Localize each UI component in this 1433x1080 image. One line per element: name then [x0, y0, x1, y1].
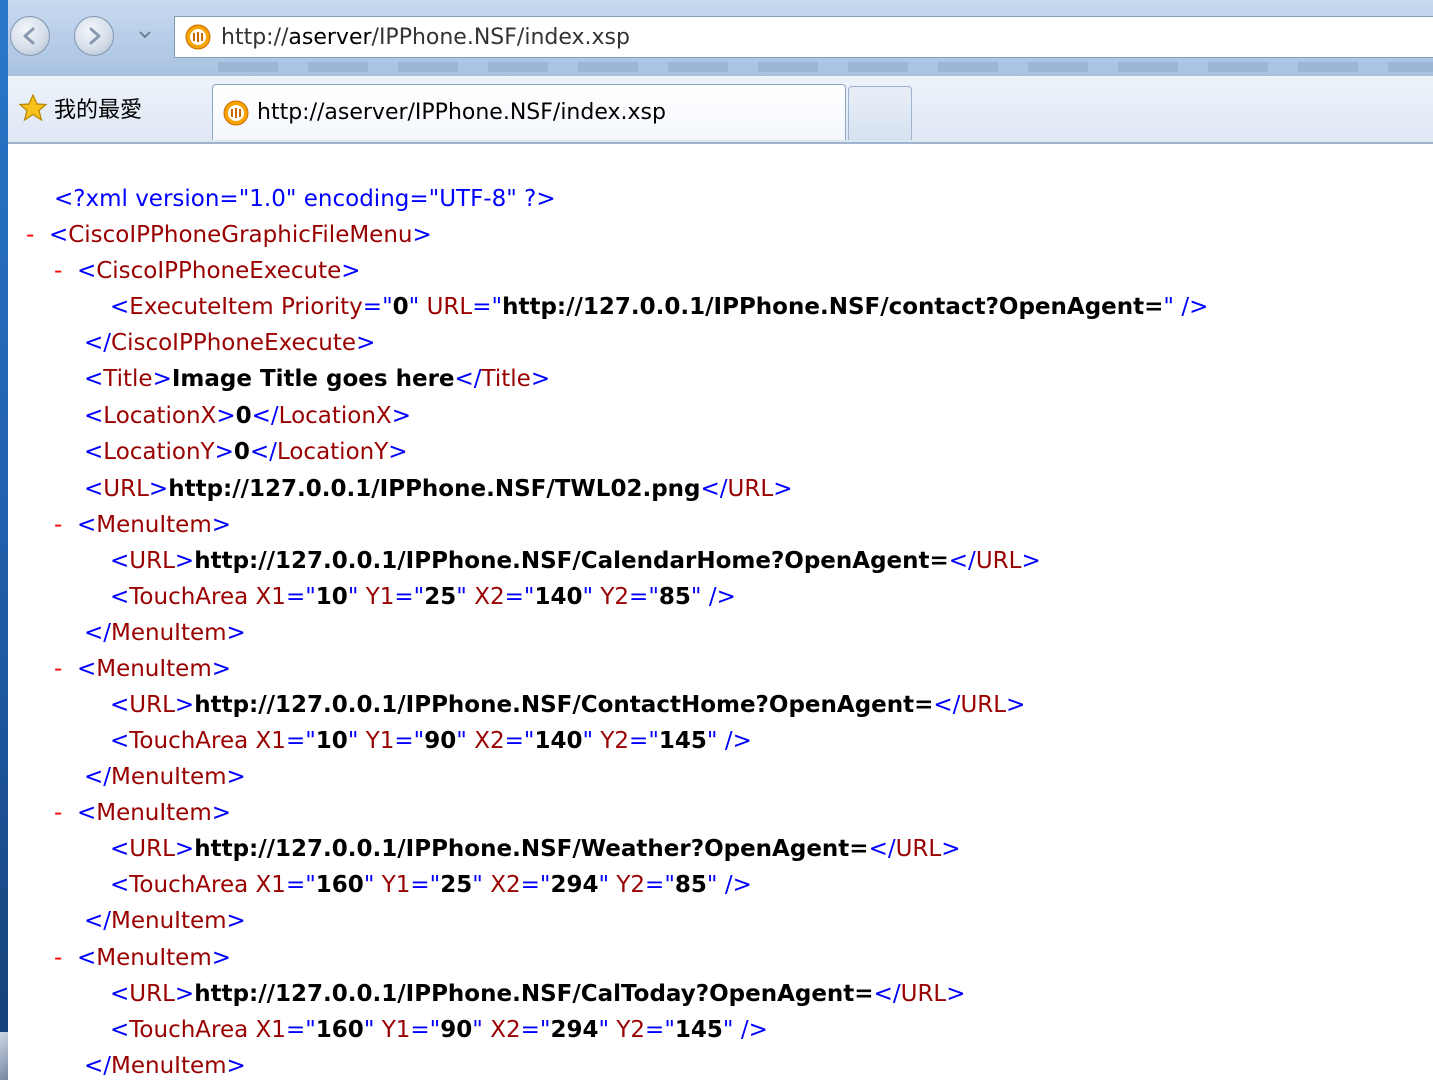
xml-menuitem-url: <URL>http://127.0.0.1/IPPhone.NSF/CalTod… [110, 981, 966, 1007]
collapse-toggle[interactable]: - [54, 945, 62, 971]
forward-button[interactable] [74, 16, 114, 56]
xml-menuitem-close: </MenuItem> [84, 764, 246, 790]
collapse-toggle[interactable]: - [26, 222, 34, 248]
tab-active[interactable]: http://aserver/IPPhone.NSF/index.xsp [212, 84, 846, 140]
xml-document-view: <?xml version="1.0" encoding="UTF-8" ?> … [8, 144, 1433, 1080]
star-icon [18, 93, 48, 122]
xml-root-open: - <CiscoIPPhoneGraphicFileMenu> [26, 222, 432, 248]
navigation-bar: http://aserver/IPPhone.NSF/index.xsp [8, 0, 1433, 76]
collapse-toggle[interactable]: - [54, 512, 62, 538]
toolbar-decoration [218, 62, 1433, 72]
xml-menuitem-url: <URL>http://127.0.0.1/IPPhone.NSF/Weathe… [110, 836, 961, 862]
chevron-down-icon [139, 31, 151, 39]
site-favicon-icon [223, 100, 249, 125]
collapse-toggle[interactable]: - [54, 258, 62, 284]
address-bar[interactable]: http://aserver/IPPhone.NSF/index.xsp [174, 16, 1433, 58]
xml-location-y: <LocationY>0</LocationY> [84, 439, 408, 465]
site-favicon-icon [185, 24, 211, 50]
xml-menuitem-url: <URL>http://127.0.0.1/IPPhone.NSF/Calend… [110, 548, 1041, 574]
xml-menuitem-close: </MenuItem> [84, 1053, 246, 1079]
back-arrow-icon [23, 27, 35, 45]
favorites-bar: 我的最愛 http://aserver/IPPhone.NSF/index.xs… [8, 76, 1433, 144]
xml-menuitem-close: </MenuItem> [84, 620, 246, 646]
xml-touch-area: <TouchArea X1="10" Y1="90" X2="140" Y2="… [110, 728, 752, 754]
xml-declaration: <?xml version="1.0" encoding="UTF-8" ?> [54, 186, 556, 212]
recent-pages-dropdown[interactable] [138, 28, 152, 42]
address-url: http://aserver/IPPhone.NSF/index.xsp [221, 24, 630, 50]
xml-touch-area: <TouchArea X1="10" Y1="25" X2="140" Y2="… [110, 584, 736, 610]
new-tab-button[interactable] [848, 86, 912, 140]
xml-menuitem-open: - <MenuItem> [54, 800, 232, 826]
xml-title: <Title>Image Title goes here</Title> [84, 366, 551, 392]
xml-menuitem-open: - <MenuItem> [54, 656, 232, 682]
xml-execute-close: </CiscoIPPhoneExecute> [84, 330, 376, 356]
browser-window: http://aserver/IPPhone.NSF/index.xsp 我的最… [8, 0, 1433, 1080]
tab-title: http://aserver/IPPhone.NSF/index.xsp [257, 100, 666, 125]
back-button[interactable] [10, 16, 50, 56]
xml-menuitem-url: <URL>http://127.0.0.1/IPPhone.NSF/Contac… [110, 692, 1026, 718]
xml-touch-area: <TouchArea X1="160" Y1="25" X2="294" Y2=… [110, 872, 752, 898]
favorites-label: 我的最愛 [54, 98, 143, 123]
forward-arrow-icon [89, 27, 101, 45]
collapse-toggle[interactable]: - [54, 656, 62, 682]
xml-touch-area: <TouchArea X1="160" Y1="90" X2="294" Y2=… [110, 1017, 768, 1043]
xml-menuitem-open: - <MenuItem> [54, 945, 232, 971]
collapse-toggle[interactable]: - [54, 800, 62, 826]
xml-execute-open: - <CiscoIPPhoneExecute> [54, 258, 361, 284]
xml-image-url: <URL>http://127.0.0.1/IPPhone.NSF/TWL02.… [84, 476, 793, 502]
xml-location-x: <LocationX>0</LocationX> [84, 403, 411, 429]
xml-execute-item: <ExecuteItem Priority="0" URL="http://12… [110, 294, 1209, 320]
xml-menuitem-close: </MenuItem> [84, 908, 246, 934]
xml-menuitem-open: - <MenuItem> [54, 512, 232, 538]
favorites-button[interactable]: 我的最愛 [18, 90, 142, 126]
